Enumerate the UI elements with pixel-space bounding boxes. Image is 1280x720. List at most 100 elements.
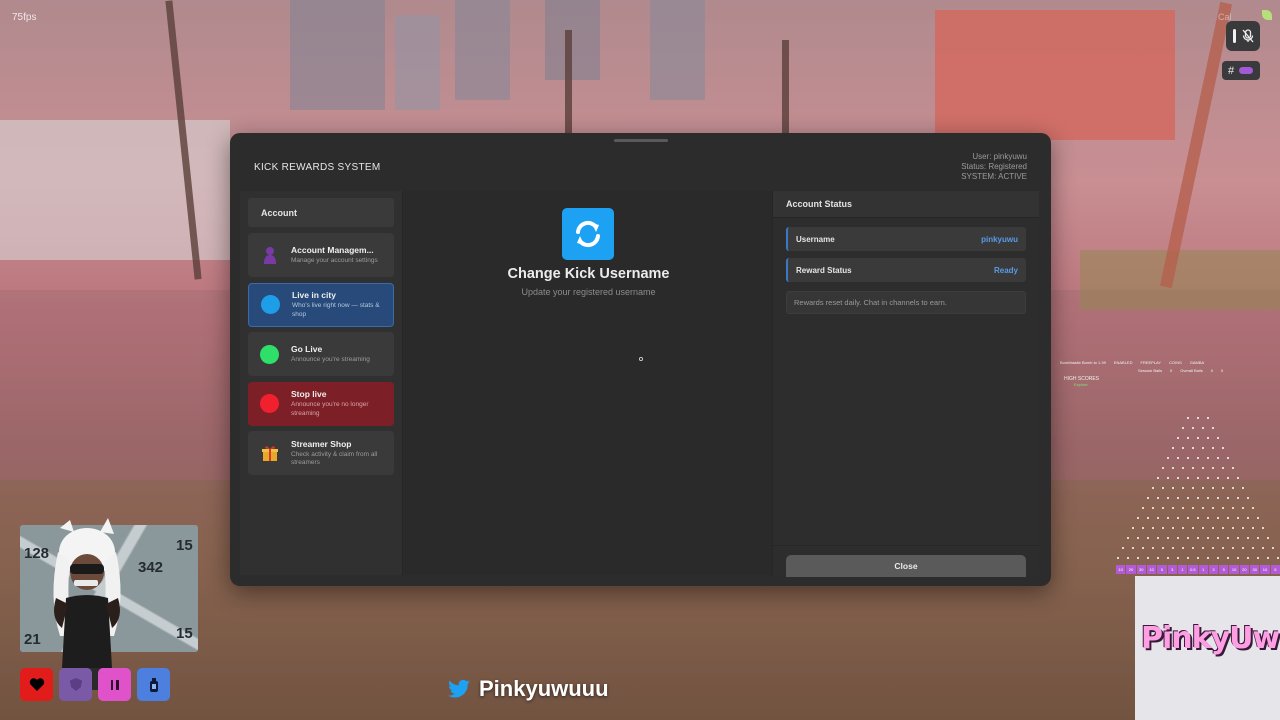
plinko-peg [1127, 537, 1129, 539]
plinko-peg [1177, 557, 1179, 559]
account-status-heading: Account Status [773, 191, 1039, 218]
plinko-peg [1187, 557, 1189, 559]
scoreboard-cell: Session Balls [1138, 368, 1163, 373]
scoreboard-cell: 0 [1220, 368, 1224, 373]
pinkyuwu-logo: PinkyUwU [1141, 621, 1280, 656]
plinko-peg [1167, 557, 1169, 559]
channel-pill-icon [1239, 67, 1254, 74]
plinko-slot: 5 [1157, 565, 1167, 574]
plinko-peg [1257, 537, 1259, 539]
plinko-peg [1227, 537, 1229, 539]
nav-desc: Who's live right now — stats & shop [292, 302, 380, 318]
utility-pole [565, 30, 572, 140]
nav-label: Live in city [292, 290, 336, 300]
plinko-peg [1152, 527, 1154, 529]
plinko-peg [1272, 547, 1274, 549]
plinko-peg [1197, 477, 1199, 479]
plinko-scoreboard: Bombbastic Bomb to 1.39 ENABLED FREEPLAY… [1060, 360, 1260, 387]
plinko-peg [1202, 447, 1204, 449]
scoreboard-row: Session Balls 0 Overall Balls 0 0 [1138, 368, 1260, 373]
water-bottle-icon [137, 668, 170, 701]
plinko-peg [1232, 527, 1234, 529]
plinko-slots: 10 20 30 10 5 3 1 0.5 1 3 5 10 20 30 10 5 [1116, 565, 1280, 574]
gift-icon [260, 444, 279, 463]
plinko-peg [1192, 547, 1194, 549]
plinko-peg [1197, 497, 1199, 499]
plinko-peg [1182, 427, 1184, 429]
nav-text: Stop live Announce you're no longer stre… [291, 389, 391, 418]
sidebar-item-go-live[interactable]: Go Live Announce you're streaming [248, 332, 394, 376]
plinko-peg [1222, 467, 1224, 469]
plinko-peg [1177, 517, 1179, 519]
nav-text: Live in city Who's live right now — stat… [292, 290, 392, 319]
plinko-peg [1257, 557, 1259, 559]
account-status-panel: Account Status Username pinkyuwu Reward … [773, 191, 1039, 577]
panel-meta: User: pinkyuwu Status: Registered SYSTEM… [961, 152, 1027, 182]
plinko-slot: 20 [1239, 565, 1250, 574]
plinko-peg [1157, 477, 1159, 479]
channel-indicator: # [1222, 61, 1260, 80]
plinko-peg [1162, 467, 1164, 469]
scoreboard-cell: 0 [1210, 368, 1213, 373]
user-icon [260, 246, 279, 265]
plinko-peg [1202, 527, 1204, 529]
plinko-peg [1217, 557, 1219, 559]
plinko-peg [1157, 517, 1159, 519]
plinko-peg [1217, 537, 1219, 539]
building [455, 0, 510, 100]
plinko-peg [1192, 447, 1194, 449]
red-dot-icon [260, 394, 279, 413]
plinko-peg [1247, 497, 1249, 499]
plinko-peg [1202, 427, 1204, 429]
plinko-peg [1172, 547, 1174, 549]
minimap-number: 15 [176, 625, 193, 642]
meta-user: User: pinkyuwu [972, 152, 1027, 161]
scoreboard-cell: Bombbastic Bomb to 1.39 [1060, 360, 1106, 365]
building [650, 0, 705, 100]
voice-indicator [1226, 21, 1260, 51]
plinko-peg [1182, 527, 1184, 529]
scoreboard-cell: COINS [1169, 360, 1182, 365]
sidebar-item-streamer-shop[interactable]: Streamer Shop Check activity & claim fro… [248, 431, 394, 475]
grass [1080, 250, 1280, 310]
plinko-peg [1247, 537, 1249, 539]
plinko-slot: 1 [1177, 565, 1188, 574]
plinko-peg [1227, 477, 1229, 479]
drag-handle[interactable] [614, 139, 668, 142]
plinko-peg [1227, 457, 1229, 459]
plinko-peg [1217, 477, 1219, 479]
plinko-peg [1157, 557, 1159, 559]
plinko-peg [1147, 537, 1149, 539]
mouse-cursor [639, 357, 643, 361]
plinko-peg [1212, 427, 1214, 429]
sidebar-item-stop-live[interactable]: Stop live Announce you're no longer stre… [248, 381, 394, 426]
plinko-peg [1237, 497, 1239, 499]
plinko-peg [1182, 487, 1184, 489]
scoreboard-cell: 0 [1170, 368, 1173, 373]
scoreboard-cell: FREEPLAY [1140, 360, 1162, 365]
plinko-peg [1162, 547, 1164, 549]
plinko-peg [1167, 457, 1169, 459]
plinko-peg [1212, 447, 1214, 449]
plinko-peg [1242, 527, 1244, 529]
plinko-slot: 3 [1167, 565, 1177, 574]
plinko-slot: 30 [1250, 565, 1260, 574]
plinko-peg [1242, 507, 1244, 509]
plinko-slot: 0.5 [1188, 565, 1198, 574]
sidebar-item-account-management[interactable]: Account Managem... Manage your account s… [248, 233, 394, 277]
plinko-slot: 10 [1260, 565, 1270, 574]
plinko-peg [1147, 497, 1149, 499]
close-button[interactable]: Close [786, 555, 1026, 577]
building [395, 15, 440, 110]
plinko-slot: 5 [1270, 565, 1280, 574]
plinko-peg [1237, 537, 1239, 539]
plinko-peg [1217, 457, 1219, 459]
sidebar-item-live-in-city[interactable]: Live in city Who's live right now — stat… [248, 282, 394, 327]
plinko-peg [1227, 497, 1229, 499]
plinko-peg [1202, 467, 1204, 469]
plinko-slot: 5 [1219, 565, 1229, 574]
plinko-peg [1237, 477, 1239, 479]
plinko-peg [1172, 467, 1174, 469]
sidebar-section-account: Account [248, 198, 394, 227]
plinko-peg [1237, 557, 1239, 559]
